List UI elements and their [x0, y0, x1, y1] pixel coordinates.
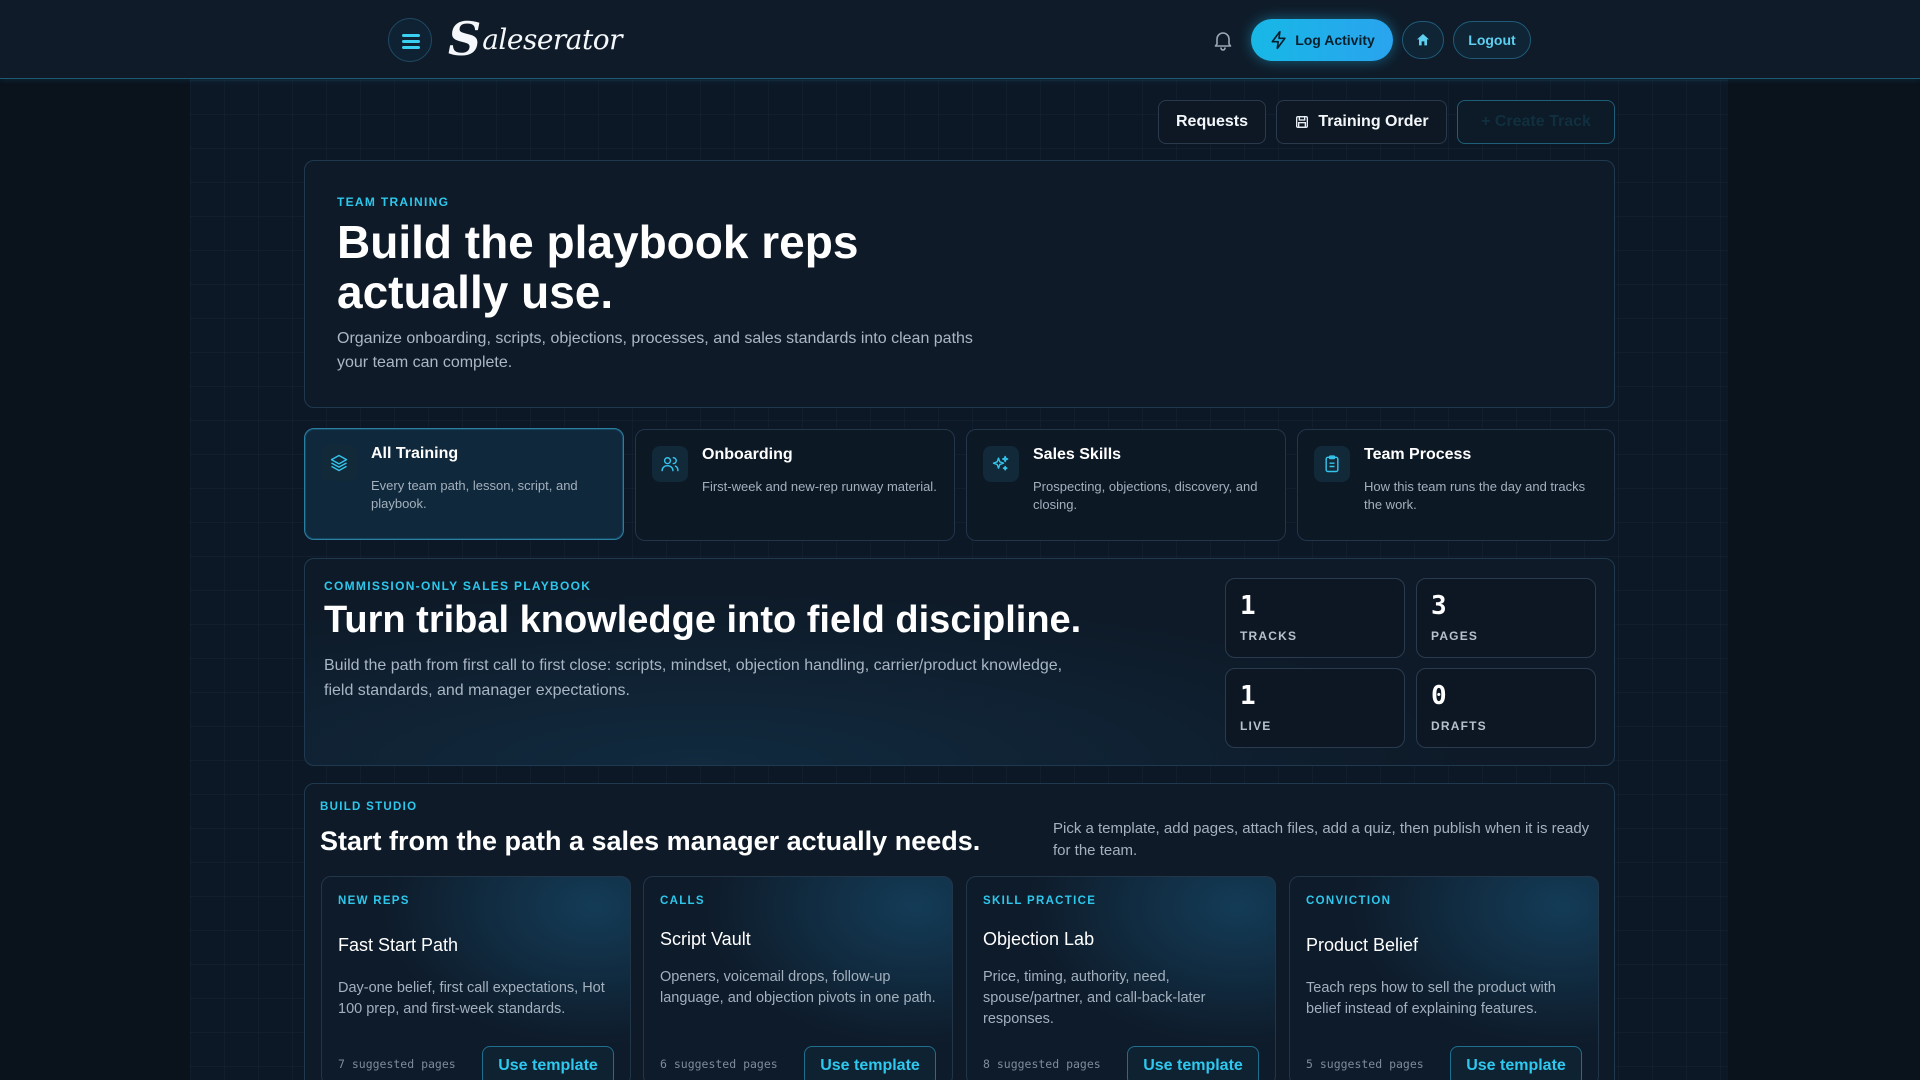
template-description: Teach reps how to sell the product with …: [1306, 980, 1556, 1017]
stat-live: 1 LIVE: [1225, 668, 1405, 748]
category-title: Sales Skills: [1033, 446, 1122, 463]
requests-label: Requests: [1175, 113, 1249, 130]
users-icon: [652, 446, 688, 482]
template-page-count: 5 suggested pages: [1306, 1057, 1424, 1071]
template-name: Objection Lab: [983, 929, 1095, 949]
template-name: Product Belief: [1306, 935, 1419, 955]
stat-value: 1: [1240, 681, 1256, 711]
category-description: Every team path, lesson, script, and pla…: [371, 478, 578, 511]
training-order-button[interactable]: Training Order: [1276, 100, 1447, 144]
top-navigation-bar: S aleserator Log Activity Logout: [0, 0, 1920, 79]
category-card-onboarding[interactable]: Onboarding First-week and new-rep runway…: [635, 429, 955, 541]
clipboard-icon: [1314, 446, 1350, 482]
requests-button[interactable]: Requests: [1158, 100, 1266, 144]
brand-logo[interactable]: S aleserator: [448, 14, 622, 64]
training-order-label: Training Order: [1318, 113, 1429, 130]
hero-eyebrow: TEAM TRAINING: [337, 195, 450, 209]
sparkles-icon: [983, 446, 1019, 482]
logout-button[interactable]: Logout: [1453, 21, 1531, 59]
use-template-button[interactable]: Use template: [1127, 1046, 1259, 1080]
hamburger-icon-line: [402, 46, 420, 49]
stat-value: 3: [1431, 591, 1447, 621]
category-card-sales-skills[interactable]: Sales Skills Prospecting, objections, di…: [966, 429, 1286, 541]
log-activity-label: Log Activity: [1295, 32, 1375, 48]
create-track-button[interactable]: + Create Track: [1457, 100, 1615, 144]
home-icon: [1417, 34, 1429, 46]
stat-value: 1: [1240, 591, 1256, 621]
template-card-script-vault: CALLS Script Vault Openers, voicemail dr…: [643, 876, 953, 1080]
layers-icon: [321, 445, 357, 481]
template-page-count: 7 suggested pages: [338, 1057, 456, 1071]
playbook-title: Turn tribal knowledge into field discipl…: [324, 599, 1082, 641]
template-name: Fast Start Path: [338, 935, 459, 955]
template-card-fast-start: NEW REPS Fast Start Path Day-one belief,…: [321, 876, 631, 1080]
stat-label: DRAFTS: [1431, 719, 1487, 733]
category-description: How this team runs the day and tracks th…: [1364, 479, 1586, 512]
template-name: Script Vault: [660, 929, 751, 949]
playbook-subtitle: Build the path from first call to first …: [324, 657, 1063, 699]
stat-value: 0: [1431, 681, 1447, 711]
template-eyebrow: SKILL PRACTICE: [983, 895, 1097, 907]
template-description: Price, timing, authority, need, spouse/p…: [983, 969, 1206, 1027]
home-button[interactable]: [1402, 21, 1444, 59]
hero-subtitle: Organize onboarding, scripts, objections…: [337, 330, 973, 371]
playbook-panel: COMMISSION-ONLY SALES PLAYBOOK Turn trib…: [304, 558, 1615, 766]
category-card-all-training[interactable]: All Training Every team path, lesson, sc…: [304, 428, 624, 540]
hero-panel: TEAM TRAINING Build the playbook reps ac…: [304, 160, 1615, 408]
studio-note: Pick a template, add pages, attach files…: [1053, 820, 1590, 859]
studio-title: Start from the path a sales manager actu…: [320, 826, 981, 856]
stat-drafts: 0 DRAFTS: [1416, 668, 1596, 748]
category-description: First-week and new-rep runway material.: [702, 479, 937, 494]
stat-pages: 3 PAGES: [1416, 578, 1596, 658]
category-title: Team Process: [1364, 446, 1472, 463]
template-description: Day-one belief, first call expectations,…: [338, 980, 605, 1017]
template-card-objection-lab: SKILL PRACTICE Objection Lab Price, timi…: [966, 876, 1276, 1080]
stat-label: TRACKS: [1240, 629, 1298, 643]
template-page-count: 6 suggested pages: [660, 1057, 778, 1071]
studio-eyebrow: BUILD STUDIO: [320, 801, 418, 813]
stat-tracks: 1 TRACKS: [1225, 578, 1405, 658]
template-eyebrow: CONVICTION: [1306, 895, 1392, 907]
log-activity-button[interactable]: Log Activity: [1251, 19, 1393, 61]
hamburger-icon-line: [402, 40, 420, 43]
hamburger-icon: [402, 34, 420, 37]
category-title: All Training: [371, 445, 459, 462]
brand-logo-mark: S: [448, 12, 482, 66]
stat-label: LIVE: [1240, 719, 1272, 733]
playbook-eyebrow: COMMISSION-ONLY SALES PLAYBOOK: [324, 579, 592, 593]
template-card-product-belief: CONVICTION Product Belief Teach reps how…: [1289, 876, 1599, 1080]
template-page-count: 8 suggested pages: [983, 1057, 1101, 1071]
category-description: Prospecting, objections, discovery, and …: [1033, 479, 1258, 512]
stat-label: PAGES: [1431, 629, 1479, 643]
category-title: Onboarding: [702, 446, 793, 463]
category-card-team-process[interactable]: Team Process How this team runs the day …: [1297, 429, 1615, 541]
template-eyebrow: CALLS: [660, 895, 705, 907]
menu-button[interactable]: [388, 18, 432, 62]
template-eyebrow: NEW REPS: [338, 895, 410, 907]
notifications-bell-icon[interactable]: [1211, 28, 1235, 52]
page-title: Build the playbook reps actually use.: [337, 216, 859, 318]
save-icon: [1296, 116, 1309, 128]
brand-logo-wordmark: aleserator: [482, 22, 622, 56]
lightning-icon: [1271, 30, 1286, 50]
use-template-button[interactable]: Use template: [804, 1046, 936, 1080]
use-template-button[interactable]: Use template: [482, 1046, 614, 1080]
use-template-button[interactable]: Use template: [1450, 1046, 1582, 1080]
create-track-label: + Create Track: [1481, 113, 1591, 130]
template-description: Openers, voicemail drops, follow-up lang…: [660, 969, 936, 1006]
